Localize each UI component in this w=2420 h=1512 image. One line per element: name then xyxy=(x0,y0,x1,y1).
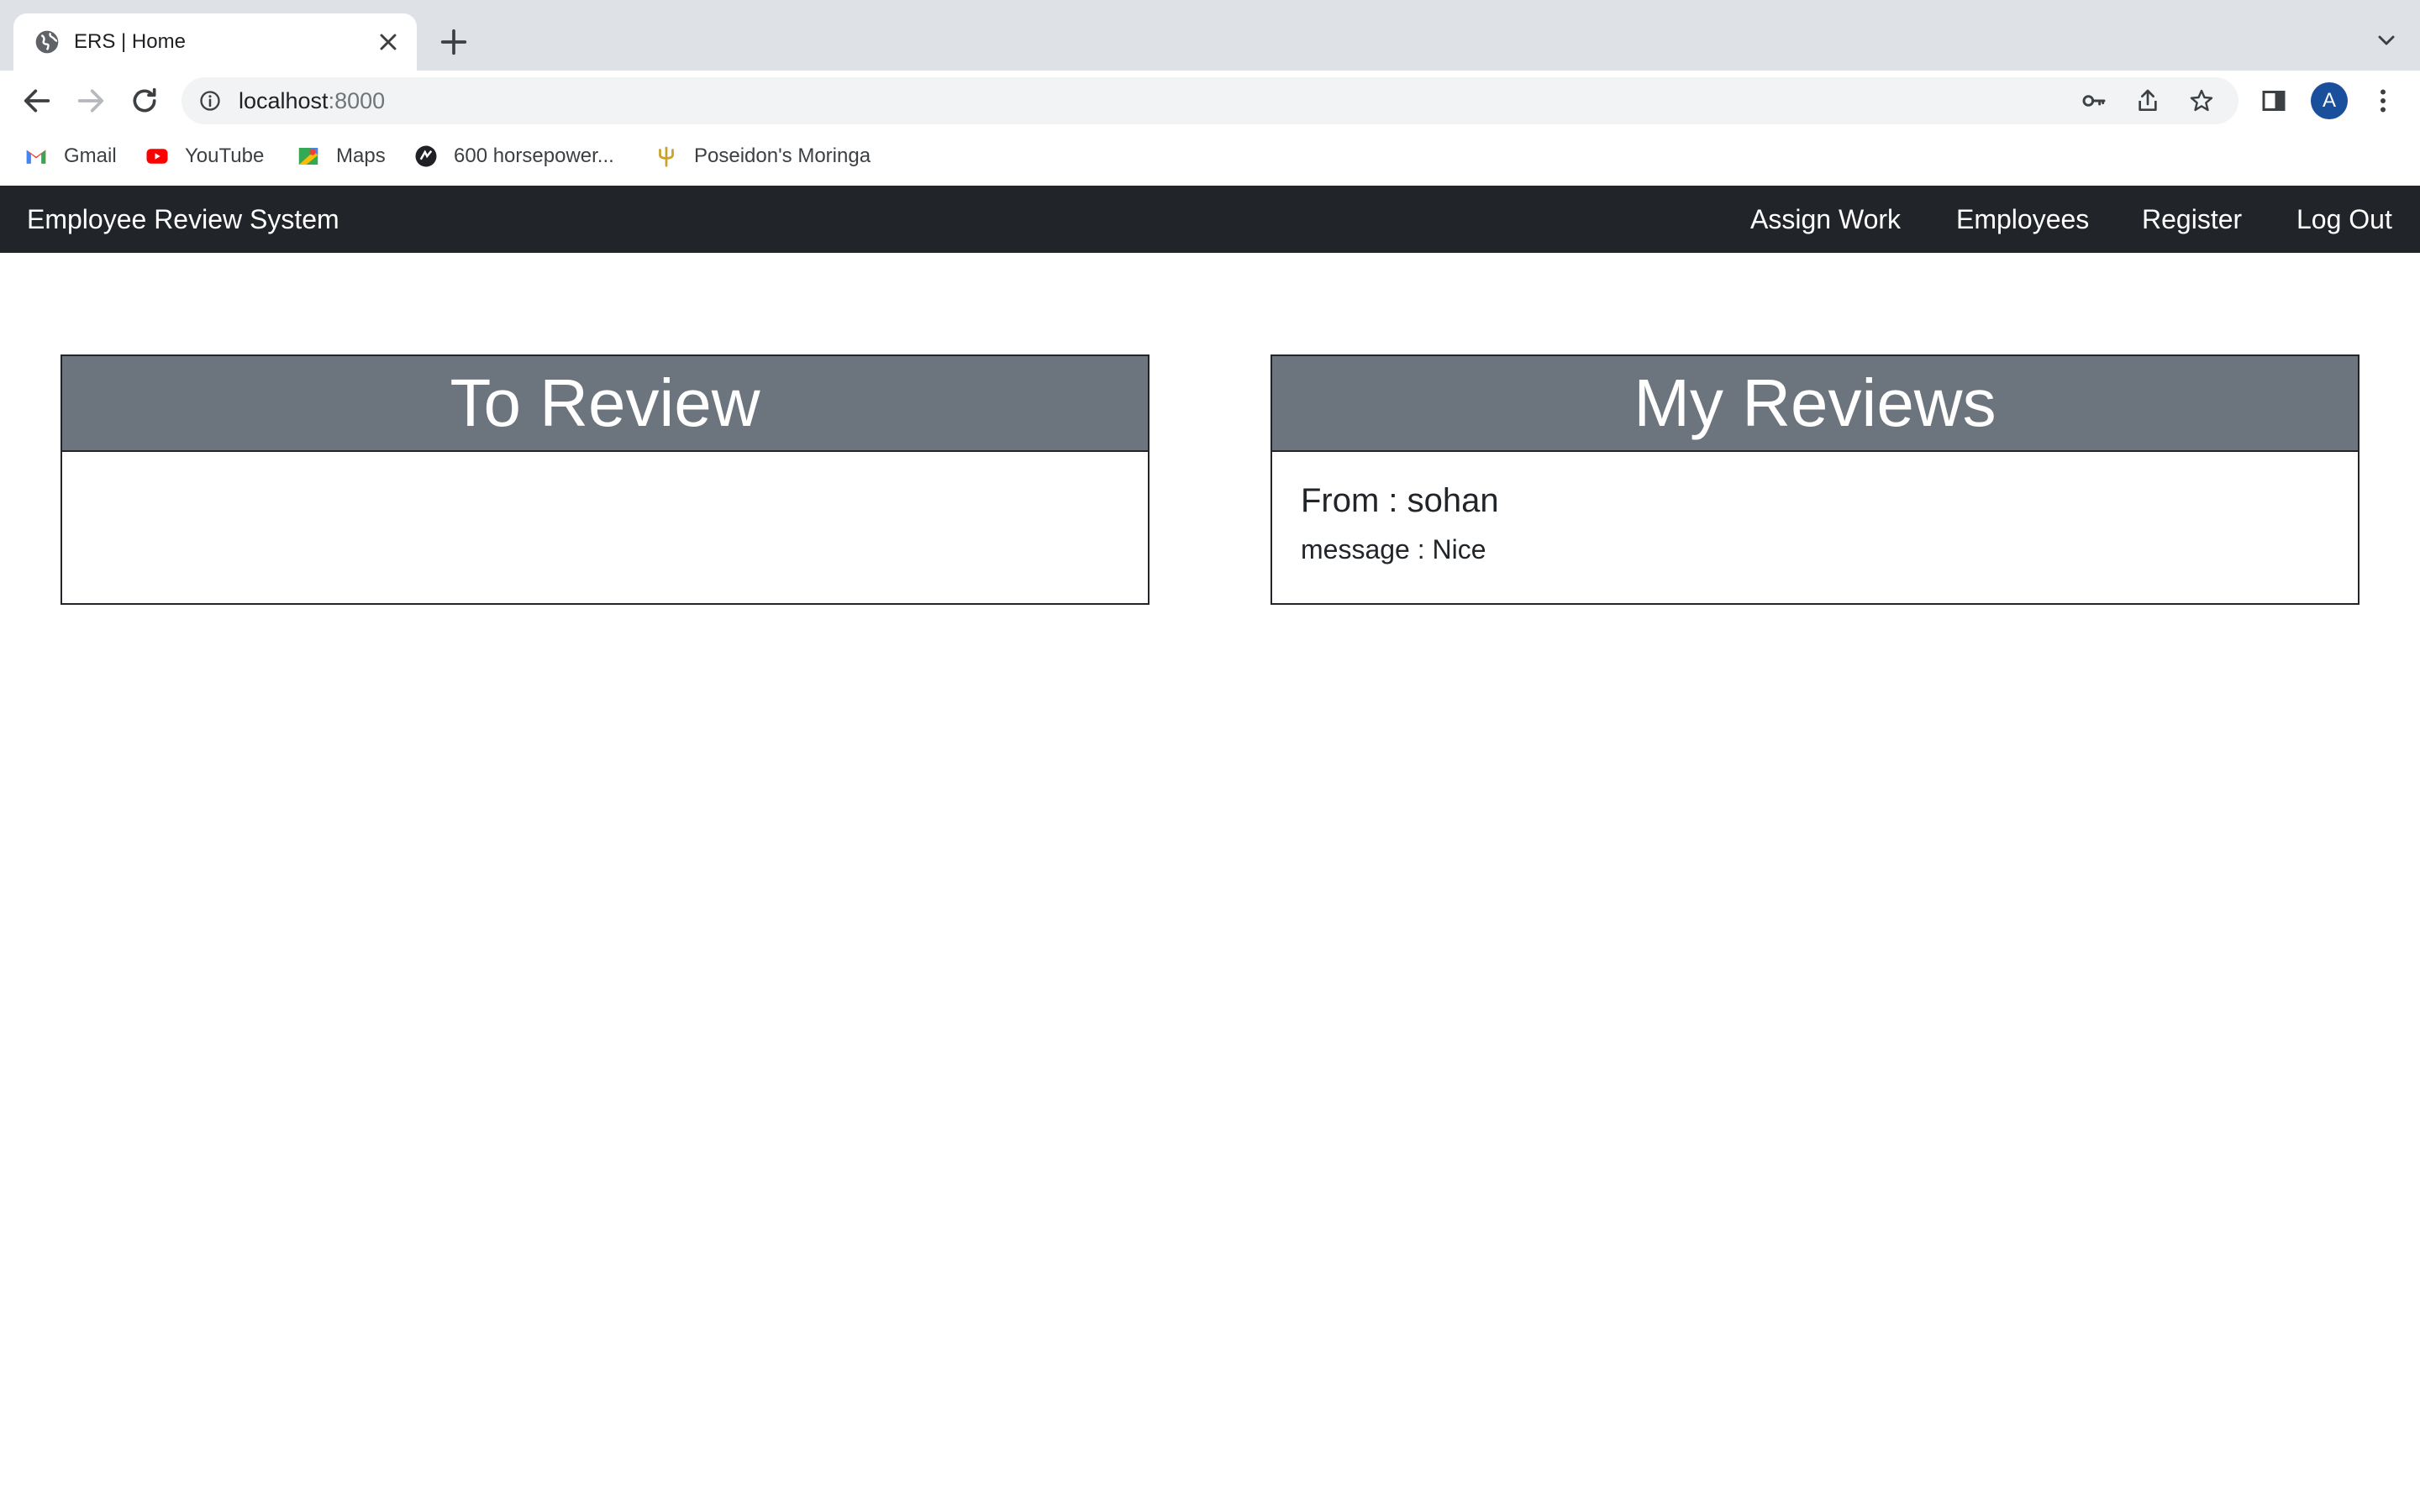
bookmark-label: Poseidon's Moringa xyxy=(694,144,871,167)
review-from: From : sohan xyxy=(1301,482,1499,519)
reload-icon[interactable] xyxy=(128,84,161,118)
to-review-title: To Review xyxy=(450,365,760,440)
bookmark-label: Gmail xyxy=(64,144,117,167)
bookmark-label: 600 horsepower... xyxy=(454,144,614,167)
chevron-down-icon[interactable] xyxy=(2373,27,2400,54)
nav-assign-work[interactable]: Assign Work xyxy=(1750,201,1901,238)
youtube-icon xyxy=(146,149,168,164)
review-item: From : sohan message : Nice xyxy=(1301,480,2329,566)
browser-toolbar: localhost:8000 xyxy=(0,71,2420,131)
bookmarks-bar: Gmail YouTube Maps 600 horsepower... Pos… xyxy=(0,131,2420,185)
to-review-list xyxy=(62,452,1148,509)
gmail-icon xyxy=(26,150,46,164)
more-vert-icon[interactable] xyxy=(2368,86,2398,116)
maps-icon xyxy=(298,148,318,165)
my-reviews-card: My Reviews From : sohan message : Nice xyxy=(1270,354,2360,605)
browser-tab-active[interactable]: ERS | Home xyxy=(13,13,417,71)
close-icon[interactable] xyxy=(375,29,402,55)
new-tab-icon[interactable] xyxy=(437,25,471,59)
star-icon[interactable] xyxy=(2188,87,2215,114)
url-port: :8000 xyxy=(328,88,386,113)
bookmark-youtube[interactable]: YouTube xyxy=(145,141,264,171)
to-review-card: To Review xyxy=(60,354,1150,605)
bookmark-label: Maps xyxy=(336,144,386,167)
review-message: message : Nice xyxy=(1301,534,1486,564)
trident-icon xyxy=(659,146,674,167)
forward-arrow-icon[interactable] xyxy=(74,84,108,118)
key-icon[interactable] xyxy=(2081,87,2107,114)
brand-link[interactable]: Employee Review System xyxy=(27,201,339,238)
my-reviews-list: From : sohan message : Nice xyxy=(1272,452,2358,595)
bookmark-label: YouTube xyxy=(185,144,265,167)
info-icon[interactable] xyxy=(198,89,222,113)
app-navbar: Employee Review System Assign Work Emplo… xyxy=(0,186,2420,253)
browser-tab-strip: ERS | Home xyxy=(0,0,2420,71)
nav-logout[interactable]: Log Out xyxy=(2296,201,2392,238)
globe-icon xyxy=(35,30,59,54)
url-host: localhost xyxy=(239,88,329,113)
bookmark-maps[interactable]: Maps xyxy=(296,141,386,171)
address-bar[interactable]: localhost:8000 xyxy=(182,77,2238,124)
tab-title: ERS | Home xyxy=(74,30,186,53)
share-icon[interactable] xyxy=(2134,87,2161,114)
bookmark-gmail[interactable]: Gmail xyxy=(24,141,117,171)
bookmark-poseidon[interactable]: Poseidon's Moringa xyxy=(654,141,871,171)
profile-avatar[interactable]: A xyxy=(2311,82,2348,119)
side-panel-icon[interactable] xyxy=(2259,86,2289,116)
site-icon xyxy=(415,145,437,167)
nav-register[interactable]: Register xyxy=(2142,201,2242,238)
nav-employees[interactable]: Employees xyxy=(1956,201,2089,238)
url-text[interactable]: localhost:8000 xyxy=(239,87,385,114)
bookmark-horsepower[interactable]: 600 horsepower... xyxy=(413,141,614,171)
back-arrow-icon[interactable] xyxy=(20,84,54,118)
card-header: My Reviews xyxy=(1272,356,2358,452)
card-header: To Review xyxy=(62,356,1148,452)
my-reviews-title: My Reviews xyxy=(1634,365,1996,440)
